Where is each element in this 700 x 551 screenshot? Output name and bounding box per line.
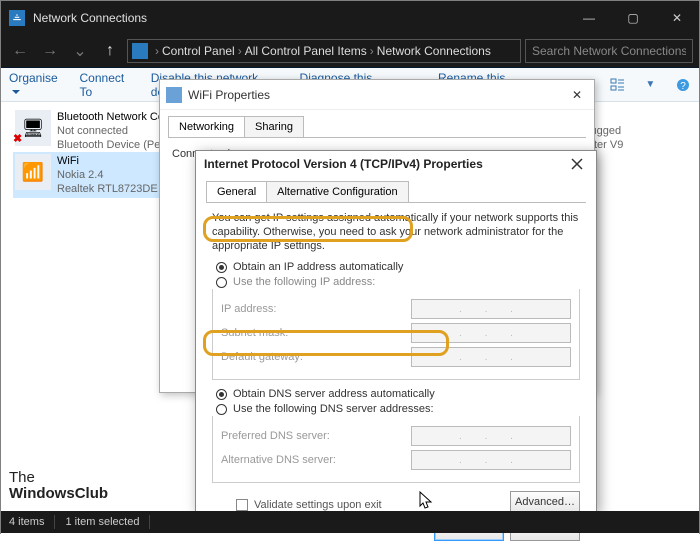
- location-icon: [132, 43, 148, 59]
- forward-button[interactable]: →: [37, 38, 63, 64]
- preferred-dns-label: Preferred DNS server:: [221, 430, 330, 442]
- alternative-dns-input: . . .: [411, 450, 571, 470]
- search-input[interactable]: Search Network Connections: [525, 39, 693, 63]
- subnet-mask-input: . . .: [411, 323, 571, 343]
- connect-to-button[interactable]: Connect To: [80, 71, 135, 99]
- view-dropdown-icon[interactable]: ▼: [642, 76, 658, 94]
- wifi-dialog-icon: [166, 87, 182, 103]
- watermark-logo: The WindowsClub: [9, 470, 108, 502]
- radio-icon: [216, 262, 227, 273]
- crumb-0[interactable]: Control Panel: [162, 44, 235, 58]
- dialog-title: Internet Protocol Version 4 (TCP/IPv4) P…: [204, 157, 483, 171]
- close-icon[interactable]: [566, 153, 588, 175]
- status-selected-count: 1 item selected: [65, 516, 139, 528]
- subnet-mask-label: Subnet mask:: [221, 327, 288, 339]
- radio-obtain-dns-auto[interactable]: Obtain DNS server address automatically: [216, 388, 580, 400]
- wifi-icon: 📶: [15, 154, 51, 190]
- breadcrumb[interactable]: › Control Panel › All Control Panel Item…: [127, 39, 521, 63]
- maximize-button[interactable]: ▢: [611, 1, 655, 35]
- connection-name: Bluetooth Network Con: [57, 110, 170, 124]
- back-button[interactable]: ←: [7, 38, 33, 64]
- ip-address-input: . . .: [411, 299, 571, 319]
- preferred-dns-input: . . .: [411, 426, 571, 446]
- svg-text:?: ?: [680, 81, 686, 92]
- tab-networking[interactable]: Networking: [168, 116, 245, 137]
- status-bar: 4 items 1 item selected: [1, 511, 699, 533]
- view-options-icon[interactable]: [610, 76, 626, 94]
- close-button[interactable]: ✕: [655, 1, 699, 35]
- minimize-button[interactable]: ―: [567, 1, 611, 35]
- crumb-1[interactable]: All Control Panel Items: [245, 44, 367, 58]
- dialog-title: WiFi Properties: [188, 88, 270, 102]
- tab-general[interactable]: General: [206, 181, 267, 202]
- alternative-dns-label: Alternative DNS server:: [221, 454, 336, 466]
- radio-obtain-ip-auto[interactable]: Obtain an IP address automatically: [216, 261, 580, 273]
- description-text: You can get IP settings assigned automat…: [212, 211, 580, 253]
- window-titlebar: Network Connections ― ▢ ✕: [1, 1, 699, 35]
- gateway-input: . . .: [411, 347, 571, 367]
- radio-icon: [216, 404, 227, 415]
- crumb-2[interactable]: Network Connections: [377, 44, 491, 58]
- ip-fields-group: IP address: . . . Subnet mask: . . . Defau…: [212, 289, 580, 380]
- organise-menu[interactable]: Organise: [9, 71, 64, 99]
- radio-icon: [216, 277, 227, 288]
- radio-icon: [216, 389, 227, 400]
- ipv4-properties-dialog: Internet Protocol Version 4 (TCP/IPv4) P…: [195, 150, 597, 512]
- advanced-button[interactable]: Advanced…: [510, 491, 580, 513]
- up-button[interactable]: ↑: [97, 38, 123, 64]
- radio-use-following-dns[interactable]: Use the following DNS server addresses:: [216, 403, 580, 415]
- validate-checkbox-row[interactable]: Validate settings upon exit: [236, 499, 382, 511]
- disconnected-icon: ✖: [13, 132, 27, 146]
- checkbox-icon: [236, 499, 248, 511]
- gateway-label: Default gateway:: [221, 351, 303, 363]
- search-placeholder: Search Network Connections: [532, 44, 686, 58]
- status-item-count: 4 items: [9, 516, 44, 528]
- window-title: Network Connections: [33, 11, 147, 25]
- help-icon[interactable]: ?: [675, 76, 691, 94]
- ip-address-label: IP address:: [221, 303, 276, 315]
- recent-dropdown[interactable]: ⌄: [67, 38, 93, 64]
- tab-sharing[interactable]: Sharing: [244, 116, 304, 137]
- close-icon[interactable]: ✕: [566, 84, 588, 106]
- app-icon: [9, 10, 25, 26]
- radio-use-following-ip[interactable]: Use the following IP address:: [216, 276, 580, 288]
- address-bar: ← → ⌄ ↑ › Control Panel › All Control Pa…: [1, 35, 699, 67]
- tab-alternative-config[interactable]: Alternative Configuration: [266, 181, 408, 202]
- dns-fields-group: Preferred DNS server: . . . Alternative D…: [212, 416, 580, 483]
